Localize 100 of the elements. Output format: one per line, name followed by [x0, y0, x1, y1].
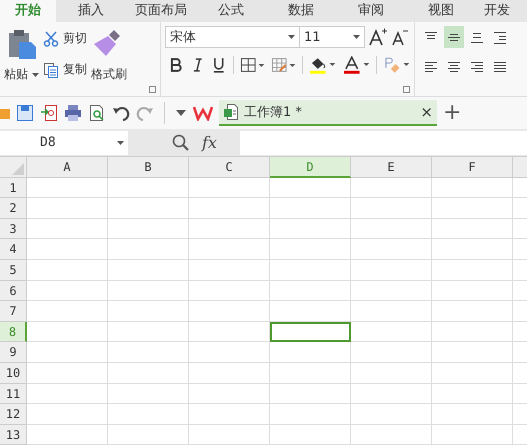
- grid-cell[interactable]: [189, 178, 270, 198]
- grid-cell[interactable]: [27, 280, 108, 302]
- grid-cell[interactable]: [27, 322, 108, 342]
- menu-tab[interactable]: 公式: [196, 0, 266, 22]
- grid-cell[interactable]: [108, 322, 189, 342]
- grid-cell[interactable]: [27, 424, 108, 445]
- grid-cell[interactable]: [108, 198, 189, 219]
- zoom-icon[interactable]: [172, 134, 190, 152]
- row-header[interactable]: 10: [0, 362, 27, 384]
- menu-tab[interactable]: 插入: [56, 0, 126, 22]
- grid-cell[interactable]: [351, 342, 432, 363]
- grid-cell[interactable]: [270, 178, 351, 198]
- paste-button[interactable]: 粘贴: [4, 66, 28, 83]
- grid-cell[interactable]: [27, 362, 108, 384]
- copy-icon[interactable]: [43, 62, 59, 78]
- grid-cell[interactable]: [270, 362, 351, 384]
- grid-cell[interactable]: [108, 218, 189, 240]
- grid-cell[interactable]: [189, 342, 270, 363]
- clipboard-icon[interactable]: [6, 28, 36, 60]
- grid-cell[interactable]: [108, 301, 189, 322]
- grid-cell[interactable]: [270, 404, 351, 425]
- grid-cell[interactable]: [351, 239, 432, 260]
- row-header[interactable]: 1: [0, 178, 27, 198]
- grid-cell[interactable]: [432, 239, 513, 260]
- menu-tab[interactable]: 页面布局: [126, 0, 196, 22]
- save-icon[interactable]: [16, 104, 34, 122]
- row-header[interactable]: 6: [0, 280, 27, 302]
- new-tab-button[interactable]: +: [443, 102, 462, 124]
- grid-cell[interactable]: [432, 322, 513, 342]
- grid-cell[interactable]: [432, 178, 513, 198]
- dialog-launcher-icon[interactable]: [403, 86, 410, 93]
- menu-tab[interactable]: 视图: [406, 0, 476, 22]
- grid-cell[interactable]: [351, 178, 432, 198]
- menu-tab[interactable]: 开发: [476, 0, 524, 22]
- row-header[interactable]: 3: [0, 218, 27, 240]
- grid-cell[interactable]: [189, 404, 270, 425]
- grid-cell[interactable]: [189, 322, 270, 342]
- grid-cell[interactable]: [270, 384, 351, 404]
- row-header[interactable]: 9: [0, 342, 27, 363]
- grid-cell[interactable]: [432, 280, 513, 302]
- grid-cell[interactable]: [351, 198, 432, 219]
- grid-cell[interactable]: [27, 260, 108, 281]
- grid-cell[interactable]: [432, 260, 513, 281]
- column-header[interactable]: D: [270, 157, 351, 178]
- export-pdf-icon[interactable]: [40, 104, 58, 122]
- grid-cell[interactable]: [270, 424, 351, 445]
- grid-cell[interactable]: [432, 342, 513, 363]
- grid-cell[interactable]: [189, 280, 270, 302]
- grid-cell[interactable]: [189, 384, 270, 404]
- eraser-icon[interactable]: [382, 56, 410, 74]
- grid-cell[interactable]: [351, 322, 432, 342]
- row-header[interactable]: 11: [0, 384, 27, 404]
- grid-cell[interactable]: [108, 178, 189, 198]
- scissors-icon[interactable]: [43, 30, 59, 46]
- grid-cell[interactable]: [108, 424, 189, 445]
- grid-cell[interactable]: [432, 362, 513, 384]
- grid-cell[interactable]: [189, 424, 270, 445]
- alignment-button[interactable]: [444, 26, 464, 48]
- grid-cell[interactable]: [189, 260, 270, 281]
- grid-cell[interactable]: [351, 424, 432, 445]
- grid-cell[interactable]: [351, 280, 432, 302]
- grid-cell[interactable]: [432, 218, 513, 240]
- grid-cell[interactable]: [351, 404, 432, 425]
- grid-cell[interactable]: [351, 301, 432, 322]
- undo-icon[interactable]: [112, 104, 130, 122]
- row-header[interactable]: 2: [0, 198, 27, 219]
- function-button[interactable]: fx: [202, 133, 217, 152]
- row-header[interactable]: 13: [0, 424, 27, 445]
- cell-style-icon[interactable]: [271, 57, 296, 73]
- grid-cell[interactable]: [189, 301, 270, 322]
- print-preview-icon[interactable]: [88, 104, 106, 122]
- grid-cell[interactable]: [351, 384, 432, 404]
- caret-icon[interactable]: [117, 140, 124, 144]
- copy-button[interactable]: 复制: [63, 61, 87, 78]
- grid-cell[interactable]: [432, 424, 513, 445]
- grid-cell[interactable]: [432, 384, 513, 404]
- grid-cell[interactable]: [108, 362, 189, 384]
- grid-cell[interactable]: [270, 280, 351, 302]
- grid-cell[interactable]: [270, 198, 351, 219]
- font-size-dropdown[interactable]: 11: [299, 26, 365, 48]
- menu-tab[interactable]: 数据: [266, 0, 336, 22]
- caret-icon[interactable]: [32, 72, 39, 76]
- row-header[interactable]: 8: [0, 322, 27, 342]
- grid-cell[interactable]: [108, 239, 189, 260]
- column-header[interactable]: C: [189, 157, 270, 178]
- row-header[interactable]: 7: [0, 301, 27, 322]
- grid-cell[interactable]: [270, 301, 351, 322]
- grid-cell[interactable]: [351, 260, 432, 281]
- column-header[interactable]: B: [108, 157, 189, 178]
- format-painter-button[interactable]: 格式刷: [91, 66, 127, 83]
- grid-cell[interactable]: [27, 178, 108, 198]
- grid-cell[interactable]: [108, 260, 189, 281]
- grid-cell[interactable]: [189, 218, 270, 240]
- font-color-icon[interactable]: [342, 56, 370, 74]
- printer-icon[interactable]: [64, 104, 82, 122]
- dropdown-arrow-icon[interactable]: [175, 109, 187, 117]
- select-all-corner[interactable]: [0, 157, 27, 178]
- font-name-dropdown[interactable]: 宋体: [165, 26, 300, 48]
- row-header[interactable]: 4: [0, 239, 27, 260]
- row-header[interactable]: 5: [0, 260, 27, 281]
